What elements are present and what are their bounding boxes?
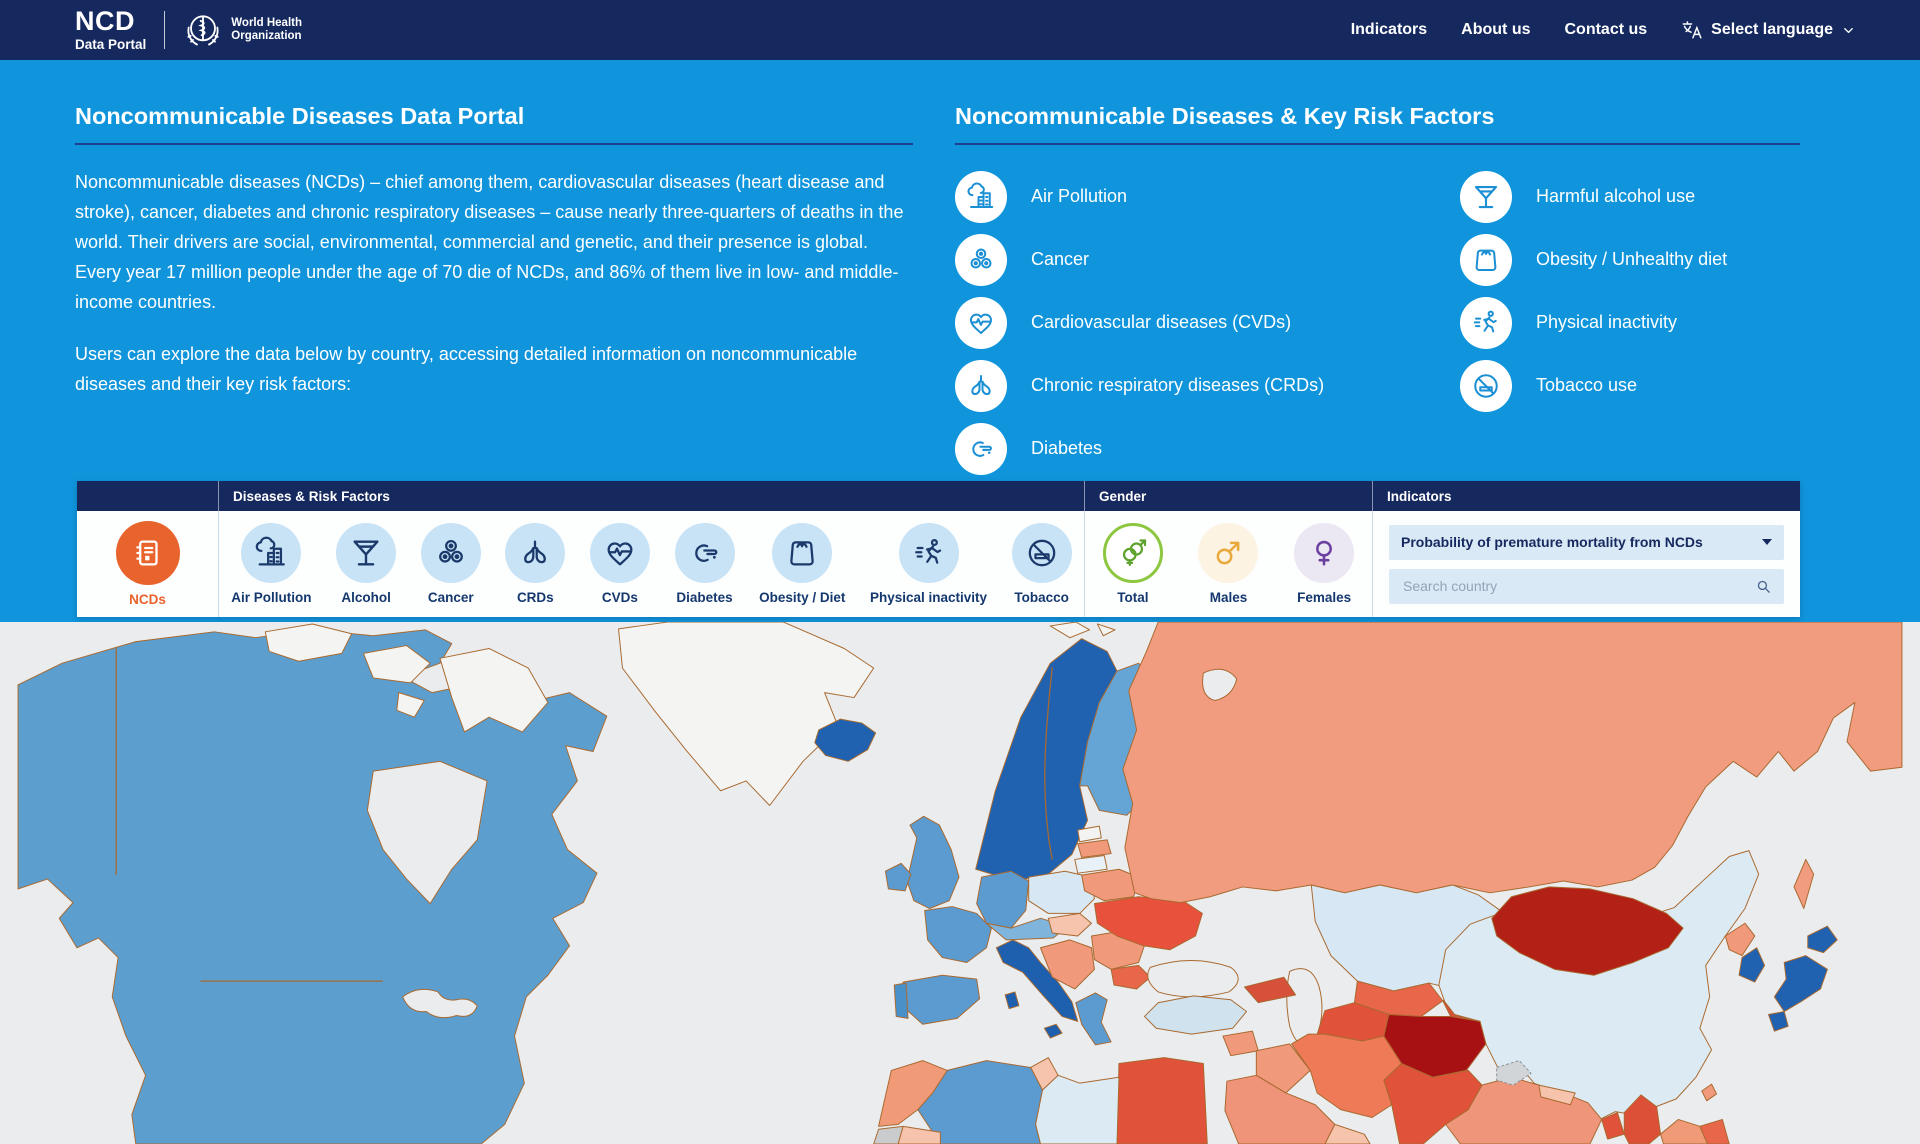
brand-divider	[164, 11, 165, 49]
map-region-portugal[interactable]	[894, 983, 908, 1018]
runner-icon	[1460, 297, 1512, 349]
risk-item-obesity[interactable]: Obesity / Unhealthy diet	[1460, 228, 1800, 291]
ncd-logo-subtitle: Data Portal	[75, 38, 146, 52]
gender-total-button[interactable]: Total	[1103, 523, 1163, 605]
translate-icon	[1681, 19, 1703, 41]
ncd-logo-title: NCD	[75, 8, 146, 35]
choropleth-map[interactable]	[0, 622, 1920, 1144]
nav-indicators[interactable]: Indicators	[1351, 21, 1427, 39]
risk-item-diabetes[interactable]: Diabetes	[955, 417, 1460, 480]
header-ncds-segment	[77, 481, 218, 511]
indicator-dropdown-value: Probability of premature mortality from …	[1401, 534, 1703, 550]
gender-males-button[interactable]: Males	[1198, 523, 1258, 605]
diseases-section: Air Pollution Alcohol Cancer CRDs CVDs D…	[218, 511, 1084, 617]
cancer-icon	[955, 234, 1007, 286]
risk-item-cancer[interactable]: Cancer	[955, 228, 1460, 291]
filter-bar-body: NCDs Air Pollution Alcohol Cancer CRDs	[77, 511, 1800, 617]
brand[interactable]: NCD Data Portal World Health Organizatio…	[75, 8, 302, 52]
dropdown-caret-icon	[1762, 539, 1772, 545]
hero-intro: Noncommunicable Diseases Data Portal Non…	[75, 103, 913, 399]
page-title: Noncommunicable Diseases Data Portal	[75, 103, 913, 145]
risk-item-crds[interactable]: Chronic respiratory diseases (CRDs)	[955, 354, 1460, 417]
risk-item-air-pollution[interactable]: Air Pollution	[955, 165, 1460, 228]
who-logo-text: World Health Organization	[231, 17, 302, 43]
header-diseases-label: Diseases & Risk Factors	[218, 481, 1084, 511]
filter-bar-header: Diseases & Risk Factors Gender Indicator…	[77, 481, 1800, 511]
no-smoking-icon	[1460, 360, 1512, 412]
lungs-icon	[955, 360, 1007, 412]
risk-factors-column-1: Air Pollution Cancer Cardiovascular dise…	[955, 165, 1460, 480]
male-icon	[1198, 523, 1258, 583]
air-pollution-icon	[241, 523, 301, 583]
air-pollution-icon	[955, 171, 1007, 223]
heart-icon	[590, 523, 650, 583]
risk-item-cvds[interactable]: Cardiovascular diseases (CVDs)	[955, 291, 1460, 354]
who-logo: World Health Organization	[183, 10, 302, 50]
nav-links: Indicators About us Contact us Select la…	[1351, 19, 1856, 41]
gender-section: Total Males Females	[1084, 511, 1372, 617]
diabetes-icon	[955, 423, 1007, 475]
filter-bar: Diseases & Risk Factors Gender Indicator…	[77, 481, 1800, 617]
risk-item-alcohol[interactable]: Harmful alcohol use	[1460, 165, 1800, 228]
ncds-section: NCDs	[77, 511, 218, 617]
map-region-egypt[interactable]	[1117, 1058, 1207, 1144]
filter-diabetes[interactable]: Diabetes	[675, 523, 735, 605]
filter-cancer[interactable]: Cancer	[421, 523, 481, 605]
risk-item-tobacco[interactable]: Tobacco use	[1460, 354, 1800, 417]
risk-factors-column-2: Harmful alcohol use Obesity / Unhealthy …	[1460, 165, 1800, 480]
nav-contact-us[interactable]: Contact us	[1565, 21, 1648, 39]
intro-paragraph-2: Users can explore the data below by coun…	[75, 339, 913, 399]
filter-air-pollution[interactable]: Air Pollution	[231, 523, 311, 605]
heart-icon	[955, 297, 1007, 349]
intro-paragraph-1: Noncommunicable diseases (NCDs) – chief …	[75, 167, 913, 317]
filter-obesity-diet[interactable]: Obesity / Diet	[759, 523, 845, 605]
ncd-logo: NCD Data Portal	[75, 8, 146, 52]
lungs-icon	[505, 523, 565, 583]
ncds-button[interactable]: NCDs	[116, 521, 180, 607]
search-country-input[interactable]	[1401, 577, 1755, 595]
header-indicators-label: Indicators	[1372, 481, 1800, 511]
gender-females-button[interactable]: Females	[1294, 523, 1354, 605]
chevron-down-icon	[1841, 23, 1856, 38]
search-icon[interactable]	[1755, 578, 1772, 595]
risk-factors-panel: Noncommunicable Diseases & Key Risk Fact…	[955, 103, 1800, 480]
header-gender-label: Gender	[1084, 481, 1372, 511]
filter-cvds[interactable]: CVDs	[590, 523, 650, 605]
scale-icon	[772, 523, 832, 583]
top-navbar: NCD Data Portal World Health Organizatio…	[0, 0, 1920, 60]
indicator-dropdown[interactable]: Probability of premature mortality from …	[1389, 525, 1784, 560]
scale-icon	[1460, 234, 1512, 286]
nav-about-us[interactable]: About us	[1461, 21, 1530, 39]
gender-total-icon	[1103, 523, 1163, 583]
indicators-section: Probability of premature mortality from …	[1372, 511, 1800, 617]
ncd-notebook-icon	[116, 521, 180, 585]
risk-item-inactivity[interactable]: Physical inactivity	[1460, 291, 1800, 354]
filter-physical-inactivity[interactable]: Physical inactivity	[870, 523, 987, 605]
filter-tobacco[interactable]: Tobacco	[1012, 523, 1072, 605]
alcohol-icon	[1460, 171, 1512, 223]
alcohol-icon	[336, 523, 396, 583]
risk-factors-title: Noncommunicable Diseases & Key Risk Fact…	[955, 103, 1800, 145]
country-search	[1389, 569, 1784, 604]
cancer-icon	[421, 523, 481, 583]
language-label: Select language	[1711, 21, 1833, 39]
female-icon	[1294, 523, 1354, 583]
map-black-sea	[1148, 961, 1238, 997]
no-smoking-icon	[1012, 523, 1072, 583]
filter-crds[interactable]: CRDs	[505, 523, 565, 605]
filter-alcohol[interactable]: Alcohol	[336, 523, 396, 605]
language-selector[interactable]: Select language	[1681, 19, 1856, 41]
map-region-libya[interactable]	[1036, 1075, 1119, 1144]
who-emblem-icon	[183, 10, 223, 50]
world-map[interactable]	[0, 622, 1920, 1144]
diabetes-icon	[675, 523, 735, 583]
runner-icon	[899, 523, 959, 583]
